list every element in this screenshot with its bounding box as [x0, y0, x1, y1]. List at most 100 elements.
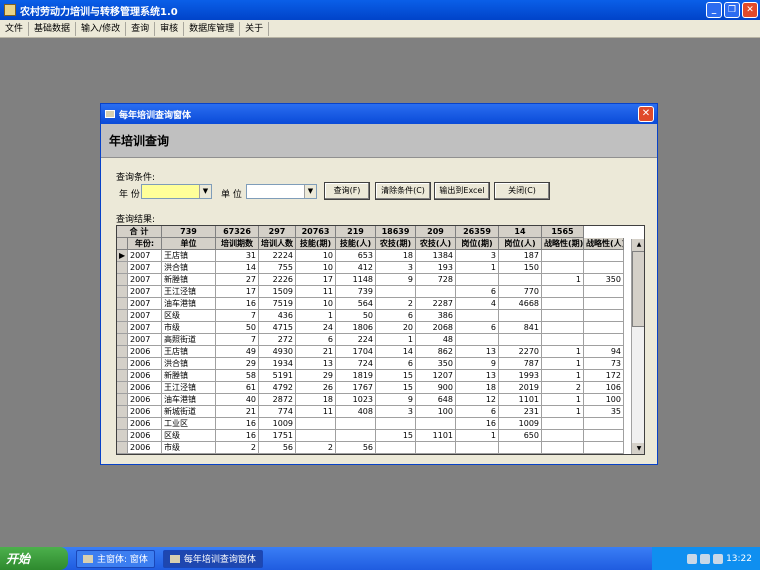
- year-cell: 2007: [128, 262, 162, 274]
- row-selector[interactable]: [117, 298, 128, 310]
- row-selector[interactable]: [117, 370, 128, 382]
- scroll-up-icon[interactable]: ▲: [632, 239, 644, 251]
- minimize-button[interactable]: _: [706, 2, 722, 18]
- value-cell: 350: [416, 358, 456, 370]
- year-cell: 2006: [128, 442, 162, 454]
- menu-bar: 文件 基础数据 输入/修改 查询 审核 数据库管理 关于: [0, 20, 760, 38]
- row-selector[interactable]: [117, 418, 128, 430]
- query-button[interactable]: 查询(F): [324, 182, 370, 200]
- row-selector[interactable]: [117, 310, 128, 322]
- results-grid[interactable]: 合 计 739 67326 297 20763 219 18639 209 26359 14 156…: [116, 225, 645, 455]
- year-cell: 2006: [128, 394, 162, 406]
- row-selector[interactable]: [117, 262, 128, 274]
- table-row[interactable]: 2006 工业区 16 1009 16 1009: [117, 418, 624, 430]
- menu-query[interactable]: 查询: [126, 21, 156, 36]
- volume-icon[interactable]: [700, 553, 711, 564]
- table-row[interactable]: 2007 新塍镇 27 2226 17 1148 9 728 1 350: [117, 274, 624, 286]
- row-selector[interactable]: [117, 442, 128, 454]
- table-row[interactable]: 2007 高照街道 7 272 6 224 1 48: [117, 334, 624, 346]
- row-selector[interactable]: [117, 394, 128, 406]
- restore-button[interactable]: ❐: [724, 2, 740, 18]
- export-excel-button[interactable]: 输出到Excel: [434, 182, 490, 200]
- value-cell: 2: [542, 382, 584, 394]
- value-cell: [416, 442, 456, 454]
- value-cell: 653: [336, 250, 376, 262]
- dialog-title: 每年培训查询窗体: [119, 110, 192, 121]
- value-cell: 58: [216, 370, 259, 382]
- header-row: 年份: 单位 培训期数 培训人数 技能(期) 技能(人) 农技(期) 农技(人) 岗位(期) 岗位…: [117, 238, 624, 250]
- chevron-down-icon[interactable]: ▼: [199, 185, 211, 198]
- table-row[interactable]: 2007 市级 50 4715 24 1806 20 2068 6 841: [117, 322, 624, 334]
- menu-audit[interactable]: 审核: [155, 21, 185, 36]
- value-cell: 1: [456, 430, 499, 442]
- start-button[interactable]: 开始: [0, 547, 68, 570]
- unit-combo[interactable]: ▼: [246, 184, 317, 199]
- table-row[interactable]: 2007 油车港镇 16 7519 10 564 2 2287 4 4668: [117, 298, 624, 310]
- row-selector[interactable]: ▶: [117, 250, 128, 262]
- menu-database[interactable]: 数据库管理: [184, 21, 241, 36]
- row-selector[interactable]: [117, 322, 128, 334]
- unit-cell: 王江泾镇: [162, 286, 216, 298]
- column-header: 岗位(人): [499, 238, 542, 250]
- value-cell: 1101: [416, 430, 456, 442]
- close-button[interactable]: 关闭(C): [494, 182, 550, 200]
- value-cell: 18: [296, 394, 336, 406]
- value-cell: 1819: [336, 370, 376, 382]
- scroll-thumb[interactable]: [632, 251, 644, 327]
- value-cell: 1934: [259, 358, 296, 370]
- table-row[interactable]: ▶ 2007 王店镇 31 2224 10 653 18 1384 3 187: [117, 250, 624, 262]
- column-header: 农技(期): [376, 238, 416, 250]
- close-app-button[interactable]: ✕: [742, 2, 758, 18]
- table-row[interactable]: 2006 区级 16 1751 15 1101 1 650: [117, 430, 624, 442]
- row-selector[interactable]: [117, 286, 128, 298]
- clear-conditions-button[interactable]: 清除条件(C): [375, 182, 431, 200]
- table-row[interactable]: 2006 新城街道 21 774 11 408 3 100 6 231 1 35: [117, 406, 624, 418]
- table-row[interactable]: 2007 洪合镇 14 755 10 412 3 193 1 150: [117, 262, 624, 274]
- row-selector[interactable]: [117, 274, 128, 286]
- value-cell: 6: [296, 334, 336, 346]
- table-row[interactable]: 2006 洪合镇 29 1934 13 724 6 350 9 787 1 73: [117, 358, 624, 370]
- network-icon[interactable]: [687, 553, 698, 564]
- value-cell: 1: [542, 358, 584, 370]
- scroll-down-icon[interactable]: ▼: [632, 443, 644, 454]
- chevron-down-icon[interactable]: ▼: [304, 185, 316, 198]
- row-selector[interactable]: [117, 430, 128, 442]
- table-row[interactable]: 2007 区级 7 436 1 50 6 386: [117, 310, 624, 322]
- value-cell: 755: [259, 262, 296, 274]
- row-selector[interactable]: [117, 382, 128, 394]
- security-icon[interactable]: [713, 553, 724, 564]
- value-cell: 15: [376, 430, 416, 442]
- table-row[interactable]: 2006 市级 2 56 2 56: [117, 442, 624, 454]
- value-cell: 5191: [259, 370, 296, 382]
- table-row[interactable]: 2006 新塍镇 58 5191 29 1819 15 1207 13 1993 1 172: [117, 370, 624, 382]
- menu-about[interactable]: 关于: [240, 21, 270, 36]
- total-cell: 1565: [542, 226, 584, 238]
- value-cell: 350: [584, 274, 624, 286]
- row-selector[interactable]: [117, 346, 128, 358]
- task-main-form[interactable]: 主窗体: 窗体: [76, 549, 155, 568]
- value-cell: 2019: [499, 382, 542, 394]
- row-selector[interactable]: [117, 358, 128, 370]
- unit-value: [247, 185, 304, 198]
- menu-base-data[interactable]: 基础数据: [29, 21, 77, 36]
- table-row[interactable]: 2007 王江泾镇 17 1509 11 739 6 770: [117, 286, 624, 298]
- row-selector[interactable]: [117, 406, 128, 418]
- value-cell: 172: [584, 370, 624, 382]
- table-row[interactable]: 2006 王江泾镇 61 4792 26 1767 15 900 18 2019 2 106: [117, 382, 624, 394]
- total-cell: 219: [336, 226, 376, 238]
- value-cell: 35: [584, 406, 624, 418]
- menu-file[interactable]: 文件: [0, 21, 30, 36]
- dialog-close-icon[interactable]: ✕: [638, 106, 654, 122]
- table-row[interactable]: 2006 王店镇 49 4930 21 1704 14 862 13 2270 1 94: [117, 346, 624, 358]
- value-cell: 6: [456, 286, 499, 298]
- year-combo[interactable]: ▼: [141, 184, 212, 199]
- table-row[interactable]: 2006 油车港镇 40 2872 18 1023 9 648 12 1101 1 100: [117, 394, 624, 406]
- row-selector[interactable]: [117, 334, 128, 346]
- menu-input-edit[interactable]: 输入/修改: [76, 21, 127, 36]
- vertical-scrollbar[interactable]: ▲ ▼: [631, 239, 644, 454]
- unit-cell: 新塍镇: [162, 274, 216, 286]
- value-cell: 24: [296, 322, 336, 334]
- value-cell: 648: [416, 394, 456, 406]
- value-cell: [584, 430, 624, 442]
- task-query-form[interactable]: 每年培训查询窗体: [162, 549, 263, 568]
